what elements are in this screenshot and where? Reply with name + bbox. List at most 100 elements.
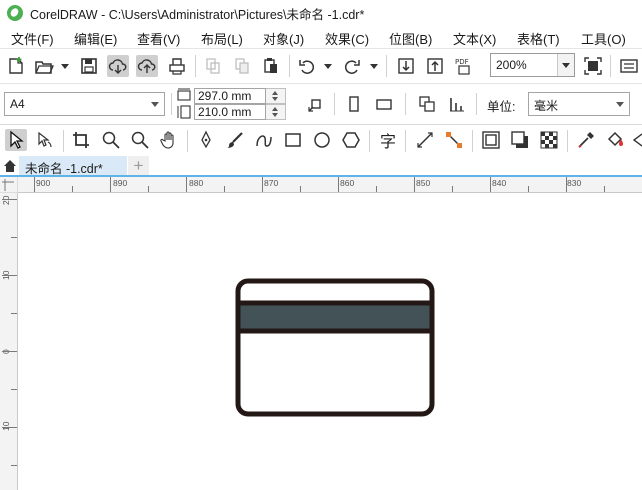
import-icon[interactable] [395, 55, 417, 77]
all-pages-icon[interactable] [416, 93, 438, 115]
crop-tool-icon[interactable] [70, 129, 92, 151]
page-height-input[interactable]: 210.0 mm [194, 104, 266, 120]
text-tool-icon[interactable]: 字 [377, 129, 399, 151]
copy-icon[interactable] [231, 55, 253, 77]
new-document-icon[interactable] [5, 55, 27, 77]
toolbar-separator [472, 130, 473, 152]
vertical-ruler[interactable]: 20 10 0 10 [0, 193, 18, 490]
transparency-tool-icon[interactable] [538, 129, 560, 151]
page-width-input[interactable]: 297.0 mm [194, 88, 266, 104]
page-height-icon [176, 104, 192, 120]
pick-tool-icon[interactable] [5, 129, 27, 151]
contour-tool-icon[interactable] [480, 129, 502, 151]
units-select[interactable]: 毫米 [528, 92, 630, 116]
toolbox: 字 [0, 124, 642, 156]
redo-icon[interactable] [341, 55, 363, 77]
brush-tool-icon[interactable] [224, 129, 246, 151]
ruler-label: 860 [340, 178, 355, 188]
toolbar-separator [195, 55, 196, 77]
card-magnetic-stripe [235, 300, 435, 334]
drawing-canvas[interactable] [19, 194, 642, 490]
landscape-orientation-icon[interactable] [373, 93, 395, 115]
connector-tool-icon[interactable] [443, 129, 465, 151]
ruler-label: 850 [416, 178, 431, 188]
ruler-corner[interactable] [0, 177, 18, 193]
units-value: 毫米 [534, 99, 559, 113]
current-page-icon[interactable] [446, 93, 468, 115]
menu-view[interactable]: 查看(V) [137, 29, 180, 48]
toolbar-separator [187, 130, 188, 152]
reset-transform-icon[interactable] [305, 93, 327, 115]
publish-pdf-icon[interactable]: PDF [453, 55, 475, 77]
page-width-spinner[interactable] [266, 88, 286, 104]
cloud-upload-icon[interactable] [136, 55, 158, 77]
menu-table[interactable]: 表格(T) [517, 29, 560, 48]
ruler-label: 840 [492, 178, 507, 188]
toolbar-separator [405, 93, 406, 115]
window-title: CorelDRAW - C:\Users\Administrator\Pictu… [30, 7, 365, 22]
home-icon[interactable] [0, 156, 19, 176]
zoom-tool-icon[interactable] [100, 129, 122, 151]
toolbar-separator [476, 93, 477, 115]
menu-effects[interactable]: 效果(C) [325, 29, 369, 48]
eyedropper-tool-icon[interactable] [575, 129, 597, 151]
open-dropdown-chevron-icon[interactable] [61, 64, 69, 69]
toolbar-separator [289, 55, 290, 77]
toolbar-separator [369, 130, 370, 152]
shape-tool-icon[interactable] [34, 129, 56, 151]
options-icon[interactable] [618, 55, 640, 77]
menu-object[interactable]: 对象(J) [263, 29, 304, 48]
save-icon[interactable] [78, 55, 100, 77]
page-height-spinner[interactable] [266, 104, 286, 120]
ellipse-tool-icon[interactable] [311, 129, 333, 151]
menu-layout[interactable]: 布局(L) [201, 29, 243, 48]
drop-shadow-tool-icon[interactable] [509, 129, 531, 151]
portrait-orientation-icon[interactable] [343, 93, 365, 115]
document-tab[interactable]: 未命名 -1.cdr* [19, 156, 127, 176]
smart-fill-tool-icon[interactable] [628, 129, 642, 151]
zoom-dropdown-chevron-icon[interactable] [557, 54, 574, 76]
menu-bitmaps[interactable]: 位图(B) [389, 29, 432, 48]
undo-dropdown-chevron-icon[interactable] [324, 64, 332, 69]
rectangle-tool-icon[interactable] [282, 129, 304, 151]
menu-bar: 文件(F) 编辑(E) 查看(V) 布局(L) 对象(J) 效果(C) 位图(B… [0, 26, 642, 48]
svg-text:PDF: PDF [455, 58, 469, 66]
export-icon[interactable] [424, 55, 446, 77]
menu-text[interactable]: 文本(X) [453, 29, 496, 48]
zoom-level-combo[interactable]: 200% [490, 53, 575, 77]
horizontal-ruler[interactable]: 900 890 880 870 860 850 840 830 [18, 177, 642, 193]
toolbar-separator [63, 130, 64, 152]
menu-edit[interactable]: 编辑(E) [74, 29, 117, 48]
curve-tool-icon[interactable] [253, 129, 275, 151]
document-tab-bar: 未命名 -1.cdr* + [0, 156, 642, 176]
menu-file[interactable]: 文件(F) [11, 29, 54, 48]
new-tab-button[interactable]: + [128, 156, 149, 176]
dimension-tool-icon[interactable] [414, 129, 436, 151]
menu-tools[interactable]: 工具(O) [581, 29, 626, 48]
page-height-row: 210.0 mm [194, 104, 286, 120]
cloud-download-icon[interactable] [107, 55, 129, 77]
polygon-tool-icon[interactable] [340, 129, 362, 151]
paste-icon[interactable] [260, 55, 282, 77]
full-screen-icon[interactable] [582, 55, 604, 77]
page-width-icon [176, 87, 192, 103]
interactive-fill-tool-icon[interactable] [604, 129, 626, 151]
page-width-row: 297.0 mm [194, 88, 286, 104]
toolbar-separator [334, 93, 335, 115]
pen-tool-icon[interactable] [195, 129, 217, 151]
ruler-label: 900 [36, 178, 51, 188]
toolbar-separator [171, 93, 172, 115]
title-bar: CorelDRAW - C:\Users\Administrator\Pictu… [0, 0, 642, 26]
zoom-out-tool-icon[interactable] [129, 129, 151, 151]
document-tab-label: 未命名 -1.cdr* [25, 162, 103, 176]
paper-size-select[interactable]: A4 [4, 92, 165, 116]
undo-icon[interactable] [296, 55, 318, 77]
print-icon[interactable] [166, 55, 188, 77]
cut-icon[interactable] [202, 55, 224, 77]
redo-dropdown-chevron-icon[interactable] [370, 64, 378, 69]
toolbar-separator [405, 130, 406, 152]
units-label: 单位: [487, 100, 516, 114]
pan-tool-icon[interactable] [158, 129, 180, 151]
credit-card-drawing[interactable] [19, 194, 642, 490]
open-folder-icon[interactable] [33, 55, 55, 77]
